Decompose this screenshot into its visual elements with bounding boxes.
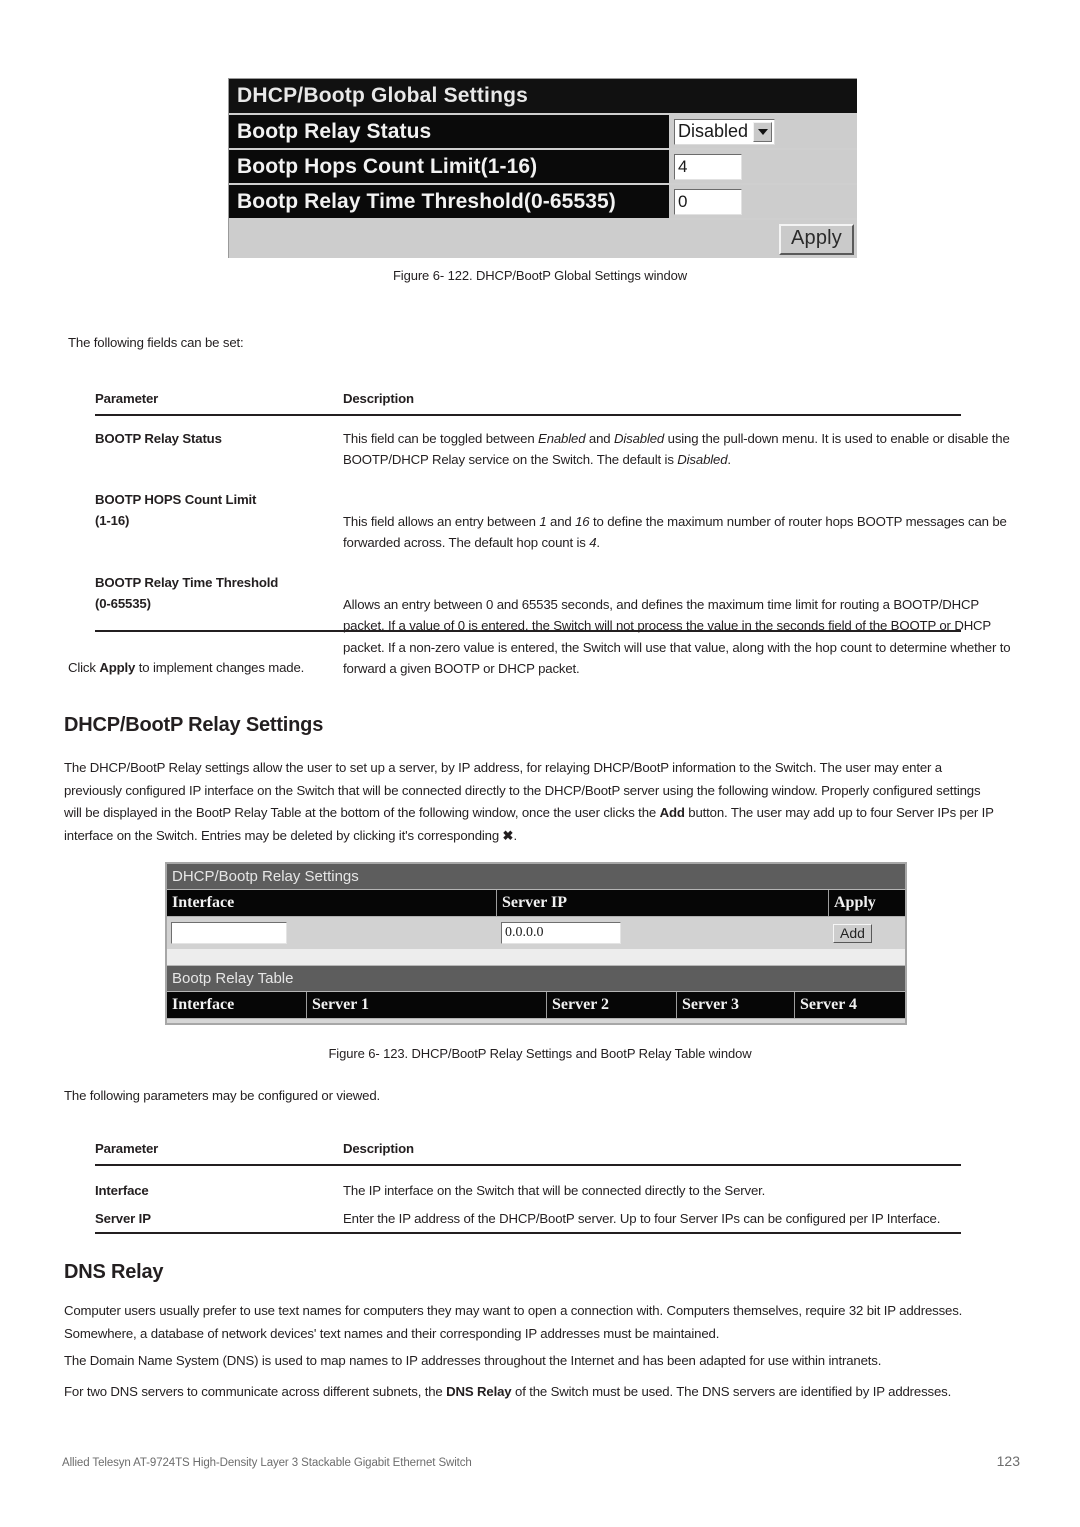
control-cell-bootp-relay-time-threshold: 0 <box>669 185 857 218</box>
bootp-table-header-server-2: Server 2 <box>547 992 677 1018</box>
bootp-table-header-server-1: Server 1 <box>307 992 547 1018</box>
chevron-down-icon[interactable] <box>753 121 773 142</box>
table-1-row-0-description: This field can be toggled between Enable… <box>343 430 1010 468</box>
table-2-header-row: Parameter Description <box>95 1138 1015 1164</box>
bootp-relay-table-title-bar: Bootp Relay Table <box>167 966 905 992</box>
relay-settings-title-bar: DHCP/Bootp Relay Settings <box>167 864 905 890</box>
control-cell-bootp-relay-status: Disabled <box>669 115 857 148</box>
table-2-row-0-description: The IP interface on the Switch that will… <box>343 1182 766 1198</box>
table-row: BOOTP Relay Status This field can be tog… <box>95 428 1015 471</box>
bootp-table-header-interface: Interface <box>167 992 307 1018</box>
interface-input[interactable] <box>171 922 287 944</box>
table-1-row-0-parameter: BOOTP Relay Status <box>95 428 343 471</box>
label-bootp-relay-status: Bootp Relay Status <box>229 115 669 148</box>
parameter-table-1: Parameter Description BOOTP Relay Status… <box>95 388 1015 680</box>
footer-divider <box>62 1432 1020 1433</box>
table-2-row-1-parameter: Server IP <box>95 1211 151 1226</box>
footer-product-name: Allied Telesyn AT-9724TS High-Density La… <box>62 1457 472 1469</box>
add-button[interactable]: Add <box>833 923 872 943</box>
window-title-text: DHCP/Bootp Global Settings <box>237 84 529 107</box>
table-1-header-parameter: Parameter <box>95 391 159 406</box>
table-row: Interface The IP interface on the Switch… <box>95 1180 1015 1202</box>
dhcp-bootp-relay-settings-window: DHCP/Bootp Relay Settings Interface Serv… <box>165 862 907 1025</box>
table-2-header-spacer <box>95 1164 1015 1180</box>
table-1-row-1-parameter: BOOTP HOPS Count Limit (1-16) <box>95 489 343 554</box>
table-row: Server IP Enter the IP address of the DH… <box>95 1208 1015 1230</box>
add-cell: Add <box>829 917 905 949</box>
table-2-bottom-rule <box>95 1232 961 1234</box>
bootp-relay-status-value: Disabled <box>678 121 749 141</box>
dhcp-bootp-global-settings-window: DHCP/Bootp Global Settings Bootp Relay S… <box>228 78 857 258</box>
figure-122-caption: Figure 6- 122. DHCP/BootP Global Setting… <box>392 268 688 283</box>
table-2-row-0-parameter: Interface <box>95 1182 149 1198</box>
table-1-row-0-parameter-text: BOOTP Relay Status <box>95 430 222 446</box>
table-1-row-1-description: This field allows an entry between 1 and… <box>343 513 1007 551</box>
table-1-header-row: Parameter Description <box>95 388 1015 414</box>
bootp-relay-table-title-text: Bootp Relay Table <box>172 970 294 987</box>
bootp-hops-count-limit-input[interactable]: 4 <box>674 153 742 180</box>
table-row: BOOTP HOPS Count Limit (1-16) This field… <box>95 489 1015 554</box>
bootp-relay-time-threshold-input[interactable]: 0 <box>674 188 742 215</box>
apply-button[interactable]: Apply <box>778 223 854 255</box>
table-2-row-1-description: Enter the IP address of the DHCP/BootP s… <box>343 1211 941 1226</box>
table-1-spacer-1 <box>95 554 1015 572</box>
table-1-header-description: Description <box>343 391 414 406</box>
table-2-header-parameter: Parameter <box>95 1141 159 1156</box>
dns-paragraph-3: For two DNS servers to communicate acros… <box>64 1384 952 1399</box>
figure-123-caption: Figure 6- 123. DHCP/BootP Relay Settings… <box>328 1046 752 1061</box>
table-1-row-1-parameter-text-2: (1-16) <box>95 513 130 528</box>
control-cell-bootp-hops-count-limit: 4 <box>669 150 857 183</box>
relay-settings-input-row: 0.0.0.0 Add <box>167 917 905 949</box>
bootp-table-header-server-4: Server 4 <box>800 996 858 1013</box>
intro-text-1: The following fields can be set: <box>68 335 244 350</box>
section-heading-dns-relay: DNS Relay <box>64 1261 164 1283</box>
section-heading-relay-settings: DHCP/BootP Relay Settings <box>64 714 324 736</box>
section-relay-paragraph: The DHCP/BootP Relay settings allow the … <box>64 760 994 843</box>
dns-paragraph-2: The Domain Name System (DNS) is used to … <box>64 1353 882 1368</box>
page-number: 123 <box>996 1453 1020 1469</box>
table-2-spacer-0 <box>95 1201 1015 1208</box>
label-bootp-hops-count-limit: Bootp Hops Count Limit(1-16) <box>229 150 669 183</box>
relay-settings-divider <box>167 949 905 966</box>
server-ip-input[interactable]: 0.0.0.0 <box>501 922 621 944</box>
window-title-bar: DHCP/Bootp Global Settings <box>229 79 857 115</box>
document-page: DHCP/Bootp Global Settings Bootp Relay S… <box>0 0 1080 1527</box>
relay-settings-header-row: Interface Server IP Apply <box>167 890 905 917</box>
window-footer: Apply <box>229 220 857 258</box>
header-apply: Apply <box>834 894 876 911</box>
bootp-table-header-server-3: Server 3 <box>677 992 795 1018</box>
row-bootp-relay-status: Bootp Relay Status Disabled <box>229 115 857 150</box>
parameter-table-2: Parameter Description Interface The IP i… <box>95 1138 1015 1230</box>
table-1-row-2-parameter-text-2: (0-65535) <box>95 596 151 611</box>
header-interface: Interface <box>167 890 497 916</box>
row-bootp-hops-count-limit: Bootp Hops Count Limit(1-16) 4 <box>229 150 857 185</box>
server-ip-cell: 0.0.0.0 <box>497 917 829 949</box>
header-server-ip: Server IP <box>497 890 829 916</box>
table-1-header-spacer <box>95 414 1015 428</box>
bootp-relay-status-select[interactable]: Disabled <box>674 118 776 145</box>
relay-settings-title-text: DHCP/Bootp Relay Settings <box>172 868 359 885</box>
interface-cell <box>167 917 497 949</box>
dns-paragraph-1: Computer users usually prefer to use tex… <box>64 1303 963 1341</box>
label-bootp-relay-time-threshold: Bootp Relay Time Threshold(0-65535) <box>229 185 669 218</box>
table-1-spacer-0 <box>95 471 1015 489</box>
intro-text-2: The following parameters may be configur… <box>64 1088 381 1103</box>
row-bootp-relay-time-threshold: Bootp Relay Time Threshold(0-65535) 0 <box>229 185 857 220</box>
table-1-row-1-parameter-text: BOOTP HOPS Count Limit <box>95 491 257 507</box>
apply-note: Click Apply to implement changes made. <box>68 660 305 675</box>
bootp-relay-table-header-row: Interface Server 1 Server 2 Server 3 Ser… <box>167 992 905 1019</box>
table-1-row-2-parameter-text: BOOTP Relay Time Threshold <box>95 574 279 590</box>
table-2-header-description: Description <box>343 1141 414 1156</box>
